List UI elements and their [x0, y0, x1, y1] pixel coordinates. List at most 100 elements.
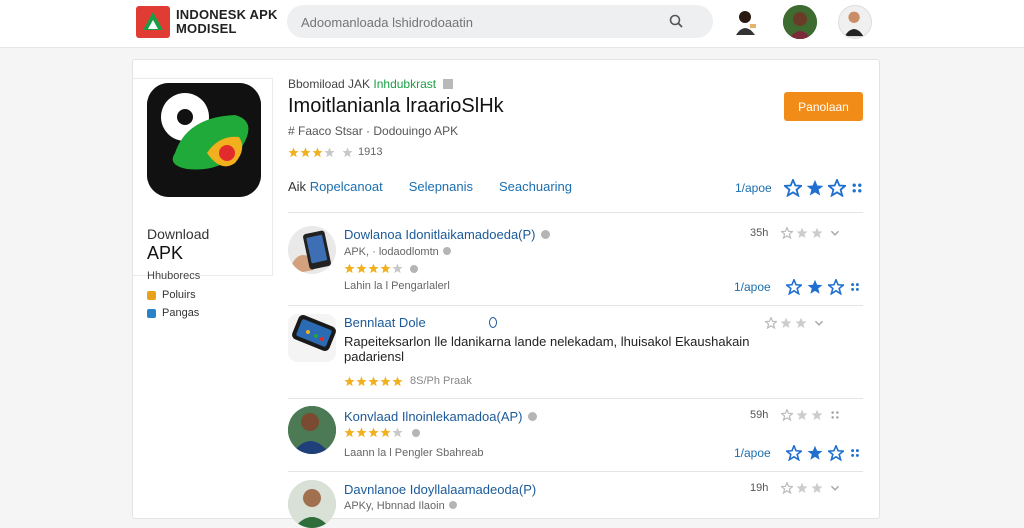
list-item[interactable]: Bennlaat Dole Rapeiteksarlon lle ldanika… [288, 312, 863, 396]
list-item-link[interactable]: 1/apoe [734, 280, 771, 294]
tab-bar: Aik Ropelcanoat Selepnanis Seachuaring [288, 179, 598, 194]
list-item-meta: APKy, Hbnnad Ilaoin [344, 500, 457, 512]
list-item-time-text: 35h [750, 227, 769, 239]
star-icon[interactable] [807, 445, 823, 461]
apk-label: APK [147, 243, 184, 263]
star-icon [368, 427, 379, 438]
list-item-time-text: 19h [750, 482, 769, 494]
app-thumbnail [288, 226, 336, 274]
verified-icon [527, 412, 537, 421]
tab-recommended[interactable]: Aik Ropelcanoat [288, 179, 383, 194]
star-icon [380, 376, 391, 386]
info-icon [147, 308, 156, 318]
list-item-title[interactable]: Bennlaat Dole [344, 315, 498, 330]
star-icon[interactable] [781, 227, 794, 239]
avatar[interactable] [838, 5, 872, 39]
star-icon[interactable] [780, 317, 792, 329]
star-icon[interactable] [781, 409, 794, 421]
pagination: 1/apoe [735, 179, 864, 197]
breadcrumb: Bbomiload JAK Inhdubkrast [288, 77, 454, 91]
star-icon[interactable] [796, 227, 808, 239]
star-icon [344, 263, 355, 274]
list-item-title-text: Dowlanoa Idonitlaikamadoeda(P) [344, 227, 536, 242]
tab-similar[interactable]: Selepnanis [409, 179, 473, 194]
search-icon[interactable] [669, 14, 683, 28]
list-item-rating [344, 427, 420, 438]
divider [288, 305, 863, 306]
more-icon[interactable] [849, 447, 861, 459]
chevron-down-icon[interactable] [829, 227, 841, 239]
star-icon [368, 263, 379, 274]
download-label: Download [147, 226, 210, 242]
list-item-meta: APK, · lodaodlomtn [344, 246, 451, 258]
search-input[interactable] [301, 12, 661, 32]
sidebar-links: Poluirs Pangas [147, 286, 199, 322]
page-label[interactable]: 1/apoe [735, 181, 772, 195]
star-icon[interactable] [785, 279, 802, 295]
tab-label: Ropelcanoat [309, 179, 383, 194]
star-icon[interactable] [811, 227, 823, 239]
info-icon [412, 428, 420, 437]
list-item-rating: 8S/Ph Praak [344, 375, 472, 387]
star-icon[interactable] [796, 409, 808, 421]
chevron-down-icon[interactable] [813, 317, 825, 329]
star-icon[interactable] [811, 409, 823, 421]
more-icon[interactable] [829, 409, 841, 421]
logo-text[interactable]: INDONESK APK MODISEL [176, 8, 278, 36]
more-icon[interactable] [849, 281, 861, 293]
star-icon[interactable] [807, 279, 823, 295]
star-icon[interactable] [806, 179, 824, 197]
list-item[interactable]: Davnlanoe Idoyllalaamadeoda(P) APKy, Hbn… [288, 478, 863, 528]
top-bar: INDONESK APK MODISEL [0, 0, 1024, 48]
rating-count: 1913 [358, 146, 383, 158]
sidebar-link-2[interactable]: Pangas [147, 304, 199, 322]
verified-icon [540, 230, 550, 239]
chevron-down-icon[interactable] [829, 482, 841, 494]
star-icon [392, 263, 403, 274]
list-item[interactable]: Dowlanoa Idonitlaikamadoeda(P) APK, · lo… [288, 222, 863, 302]
list-item-link[interactable]: 1/apoe [734, 446, 771, 460]
breadcrumb-category[interactable]: Inhdubkrast [373, 77, 436, 91]
star-icon [380, 263, 391, 274]
star-icon [312, 147, 323, 157]
star-icon[interactable] [796, 482, 808, 494]
star-icon[interactable] [765, 317, 777, 329]
star-icon[interactable] [795, 317, 807, 329]
list-item[interactable]: Konvlaad Ilnoinlekamadoa(AP) Laann la l … [288, 406, 863, 470]
list-item-sub: Lahin la l Pengarlalerl [344, 280, 450, 292]
tab-search[interactable]: Seachuaring [499, 179, 572, 194]
star-icon [344, 427, 355, 438]
sidebar-link-1[interactable]: Poluirs [147, 286, 199, 304]
badge-icon [443, 79, 454, 89]
list-item-title-text: Konvlaad Ilnoinlekamadoa(AP) [344, 409, 523, 424]
list-item-title[interactable]: Davnlanoe Idoyllalaamadeoda(P) [344, 482, 536, 497]
app-icon[interactable] [147, 83, 261, 197]
star-icon [342, 147, 353, 157]
app-thumbnail [288, 406, 336, 454]
star-icon[interactable] [811, 482, 823, 494]
star-icon[interactable] [785, 445, 802, 461]
list-item-title-text: Davnlanoe Idoyllalaamadeoda(P) [344, 482, 537, 497]
app-thumbnail [288, 314, 336, 362]
list-item-title[interactable]: Dowlanoa Idonitlaikamadoeda(P) [344, 227, 550, 242]
logo-icon[interactable] [136, 6, 170, 38]
sidebar-link-label: Poluirs [162, 289, 196, 301]
info-icon [410, 264, 418, 273]
star-icon [300, 147, 311, 157]
star-icon[interactable] [827, 179, 846, 197]
list-item-title[interactable]: Konvlaad Ilnoinlekamadoa(AP) [344, 409, 537, 424]
breadcrumb-prefix[interactable]: Bbomiload JAK [288, 77, 370, 91]
star-icon[interactable] [783, 179, 802, 197]
star-icon[interactable] [827, 445, 844, 461]
divider [288, 471, 863, 472]
avatar[interactable] [783, 5, 817, 39]
more-icon[interactable] [850, 181, 864, 195]
sidebar-link-label: Pangas [162, 307, 200, 319]
star-icon[interactable] [827, 279, 844, 295]
star-icon [392, 427, 403, 438]
avatar[interactable] [729, 5, 763, 39]
star-icon [368, 376, 379, 386]
star-icon[interactable] [781, 482, 794, 494]
app-detail-card: Download APK Hhuborecs Poluirs Pangas Bb… [132, 59, 880, 528]
download-button[interactable]: Panolaan [784, 92, 863, 121]
